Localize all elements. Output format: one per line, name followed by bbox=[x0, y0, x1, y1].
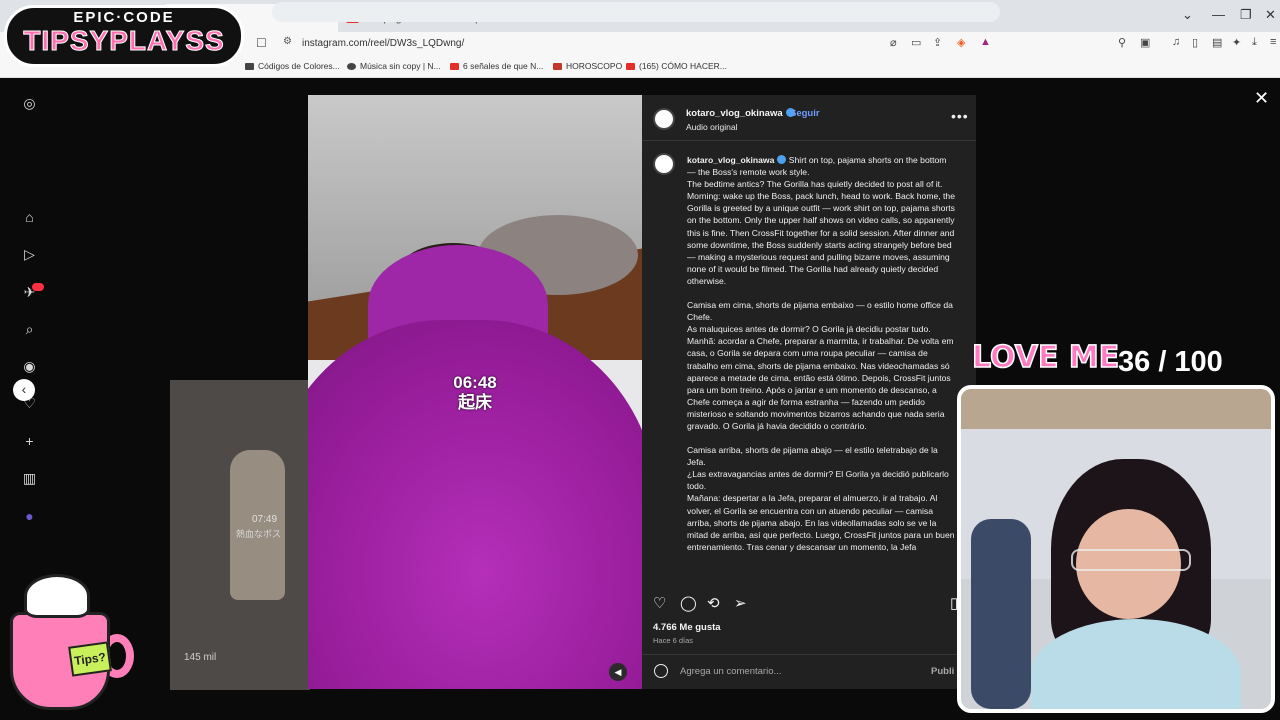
restore-icon[interactable]: ❐ bbox=[1240, 7, 1252, 23]
caption-es-3: Mañana: despertar a la Jefa, preparar el… bbox=[687, 493, 955, 552]
sidebar-icon[interactable]: ▯ bbox=[1192, 36, 1198, 49]
bookmark-icon bbox=[553, 62, 562, 70]
screen: gram ✕ Me pagaron $700 usd por hacer est… bbox=[0, 0, 1280, 720]
divider bbox=[642, 654, 976, 655]
notification-badge bbox=[32, 283, 44, 291]
comment-icon[interactable]: ◯ bbox=[680, 594, 697, 612]
post-username[interactable]: kotaro_vlog_okinawa bbox=[686, 108, 795, 119]
webcam-overlay bbox=[957, 385, 1275, 713]
video-time: 06:48 bbox=[453, 373, 497, 392]
menu-icon[interactable]: ≡ bbox=[1270, 36, 1276, 48]
more-options-icon[interactable]: ••• bbox=[951, 108, 969, 124]
likes-count[interactable]: 4.766 Me gusta bbox=[653, 622, 721, 633]
bookmark-item[interactable]: Música sin copy | N... bbox=[347, 61, 441, 71]
site-info-icon[interactable]: ⚙ bbox=[283, 36, 292, 47]
post-caption: kotaro_vlog_okinawa Shirt on top, pajama… bbox=[687, 154, 957, 586]
caption-pt-3: Manhã: acordar a Chefe, preparar a marmi… bbox=[687, 336, 954, 431]
verified-icon bbox=[777, 155, 787, 164]
wallet2-icon[interactable]: ▤ bbox=[1212, 36, 1222, 49]
bookmark-label: Música sin copy | N... bbox=[360, 61, 441, 71]
create-icon[interactable]: + bbox=[21, 433, 38, 450]
share-icon[interactable]: ⇪ bbox=[933, 36, 942, 49]
preview-person bbox=[230, 450, 285, 600]
caption-pt-1: Camisa em cima, shorts de pijama embaixo… bbox=[687, 300, 953, 323]
caption-es-1: Camisa arriba, shorts de pijama abajo — … bbox=[687, 445, 938, 468]
bookmark-icon[interactable]: ☐ bbox=[256, 36, 267, 50]
mug-mascot: Tips? bbox=[4, 572, 134, 714]
background-reel-preview[interactable]: 07:49 熱血なボス 145 mil bbox=[170, 380, 310, 690]
bookmark-item[interactable]: HOROSCOPO bbox=[553, 61, 622, 71]
previous-reel-button[interactable]: ‹ bbox=[13, 379, 35, 401]
caption-pt-2: As maluquices antes de dormir? O Gorila … bbox=[687, 324, 931, 335]
post-date: Hace 6 días bbox=[653, 636, 694, 645]
preview-subtitle: 熱血なボス bbox=[236, 529, 282, 539]
brand-top: EPIC·CODE bbox=[73, 9, 175, 26]
camera-off-icon[interactable]: ⌀ bbox=[890, 36, 897, 49]
mute-icon[interactable]: ◀ bbox=[609, 663, 627, 681]
caption-en-3: Morning: wake up the Boss, pack lunch, h… bbox=[687, 191, 955, 286]
publish-button[interactable]: Publi bbox=[931, 666, 954, 677]
comment-input[interactable]: Agrega un comentario... bbox=[680, 666, 781, 677]
like-icon[interactable]: ♡ bbox=[653, 594, 666, 612]
cam-glasses bbox=[1071, 549, 1191, 571]
caption-username[interactable]: kotaro_vlog_okinawa bbox=[687, 155, 774, 165]
wallet-icon[interactable]: ▣ bbox=[1140, 36, 1150, 49]
caption-en-2: The bedtime antics? The Gorilla has quie… bbox=[687, 179, 943, 190]
bookmark-label: Códigos de Colores... bbox=[258, 61, 340, 71]
youtube-icon bbox=[626, 62, 635, 70]
bookmark-label: (165) CÓMO HACER... bbox=[639, 61, 727, 71]
caption-avatar[interactable] bbox=[653, 153, 675, 175]
tab-search-icon[interactable]: ⌄ bbox=[1182, 7, 1193, 23]
divider bbox=[642, 140, 976, 141]
cam-toy bbox=[971, 519, 1031, 709]
audio-label[interactable]: Audio original bbox=[686, 122, 738, 132]
cam-shelf bbox=[961, 389, 1271, 429]
bookmark-item[interactable]: Códigos de Colores... bbox=[245, 61, 340, 71]
bookmark-item[interactable]: (165) CÓMO HACER... bbox=[626, 61, 727, 71]
url-box[interactable] bbox=[272, 2, 1000, 22]
extensions-icon[interactable]: ⚲ bbox=[1118, 36, 1126, 49]
mug-note: Tips? bbox=[68, 641, 112, 677]
bookmark-icon bbox=[347, 62, 356, 70]
music-icon[interactable]: ♫ bbox=[1172, 36, 1180, 48]
cast-icon[interactable]: ▭ bbox=[911, 36, 921, 49]
youtube-icon bbox=[450, 62, 459, 70]
preview-time: 07:49 bbox=[252, 514, 278, 525]
search-icon[interactable]: ⌕ bbox=[21, 321, 38, 338]
leo-icon[interactable]: ✦ bbox=[1232, 36, 1241, 49]
caption-es-2: ¿Las extravagancias antes de dormir? El … bbox=[687, 469, 949, 492]
avatar[interactable] bbox=[653, 108, 675, 130]
reels-icon[interactable]: ▷ bbox=[21, 246, 38, 263]
follow-button[interactable]: Seguir bbox=[790, 108, 820, 119]
love-me-label: LOVE ME bbox=[971, 339, 1120, 376]
profile-avatar-icon[interactable]: ● bbox=[21, 508, 38, 525]
preview-views: 145 mil bbox=[184, 652, 217, 663]
brave-shield-icon[interactable]: ◈ bbox=[957, 36, 965, 49]
video-subtitle: 起床 bbox=[458, 393, 492, 412]
download-icon[interactable]: ⤓ bbox=[1252, 36, 1257, 49]
bookmark-label: 6 señales de que N... bbox=[463, 61, 544, 71]
bookmark-label: HOROSCOPO bbox=[566, 61, 623, 71]
rewards-icon[interactable]: ▲ bbox=[980, 36, 991, 48]
repost-icon[interactable]: ⟲ bbox=[707, 594, 720, 612]
cat-face-icon bbox=[24, 574, 90, 618]
explore-icon[interactable]: ◉ bbox=[21, 358, 38, 375]
stream-logo: EPIC·CODE TIPSYPLAYSS bbox=[4, 5, 244, 67]
video-caption: 06:48 起床 bbox=[308, 373, 642, 413]
home-icon[interactable]: ⌂ bbox=[21, 209, 38, 226]
minimize-icon[interactable]: — bbox=[1212, 7, 1225, 22]
instagram-logo-icon[interactable]: ◎ bbox=[21, 95, 38, 112]
bookmark-item[interactable]: 6 señales de que N... bbox=[450, 61, 543, 71]
emoji-icon[interactable] bbox=[654, 664, 668, 678]
share-icon[interactable]: ➢ bbox=[734, 594, 747, 612]
brand-main: TIPSYPLAYSS bbox=[23, 25, 225, 57]
reel-video[interactable]: 06:48 起床 bbox=[308, 95, 642, 689]
url-text[interactable]: instagram.com/reel/DW3s_LQDwng/ bbox=[302, 38, 464, 49]
dashboard-icon[interactable]: ▥ bbox=[21, 470, 38, 487]
goal-counter: 36 / 100 bbox=[1118, 346, 1223, 378]
bookmark-icon bbox=[245, 62, 254, 70]
close-window-icon[interactable]: ✕ bbox=[1265, 7, 1276, 23]
username-text: kotaro_vlog_okinawa bbox=[686, 108, 783, 119]
close-icon[interactable]: ✕ bbox=[1254, 88, 1269, 109]
